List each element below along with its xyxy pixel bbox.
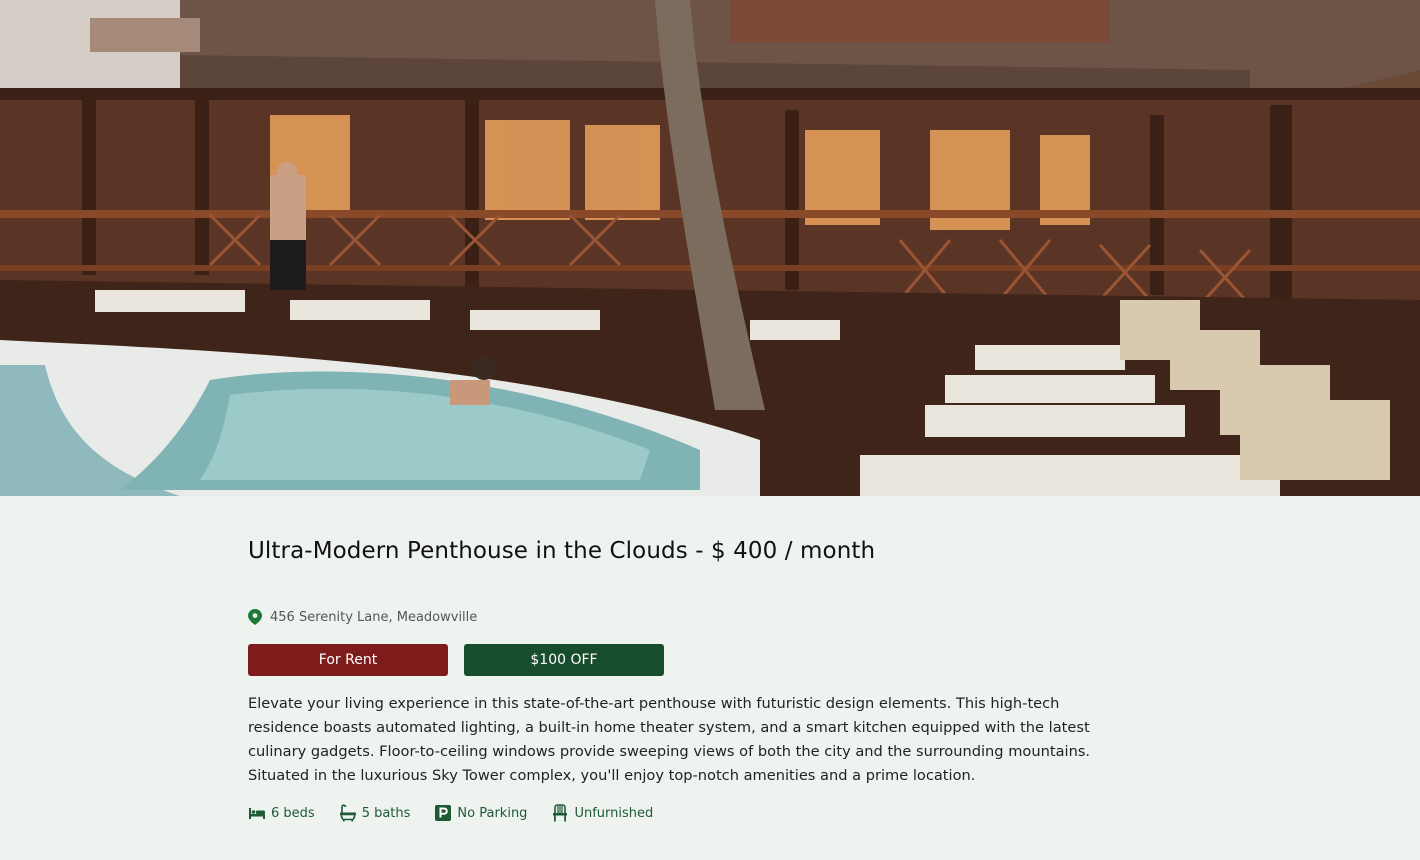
map-pin-icon [248,609,262,625]
resort-pool-photo [0,0,1420,496]
listing-address: 456 Serenity Lane, Meadowville [248,609,477,625]
baths-label: 5 baths [361,805,411,821]
feature-baths: 5 baths [339,804,411,822]
feature-furnishing: Unfurnished [551,804,653,822]
beds-label: 6 beds [271,805,315,821]
bed-icon [249,808,265,819]
discount-badge: $100 OFF [464,644,664,676]
feature-beds: 6 beds [248,804,315,822]
parking-icon [435,805,452,821]
listing-title: Ultra-Modern Penthouse in the Clouds - $… [248,538,876,564]
address-text: 456 Serenity Lane, Meadowville [270,609,478,625]
listing-features: 6 beds 5 baths No Parking Unfurnished [248,804,653,822]
for-rent-badge: For Rent [248,644,448,676]
furnishing-label: Unfurnished [574,805,654,821]
hero-image [0,0,1420,496]
listing-description: Elevate your living experience in this s… [248,695,1091,784]
bathtub-icon [339,804,356,822]
chair-icon [553,804,568,822]
feature-parking: No Parking [434,804,527,822]
parking-label: No Parking [457,805,528,821]
listing-badges: For Rent $100 OFF [248,644,664,676]
